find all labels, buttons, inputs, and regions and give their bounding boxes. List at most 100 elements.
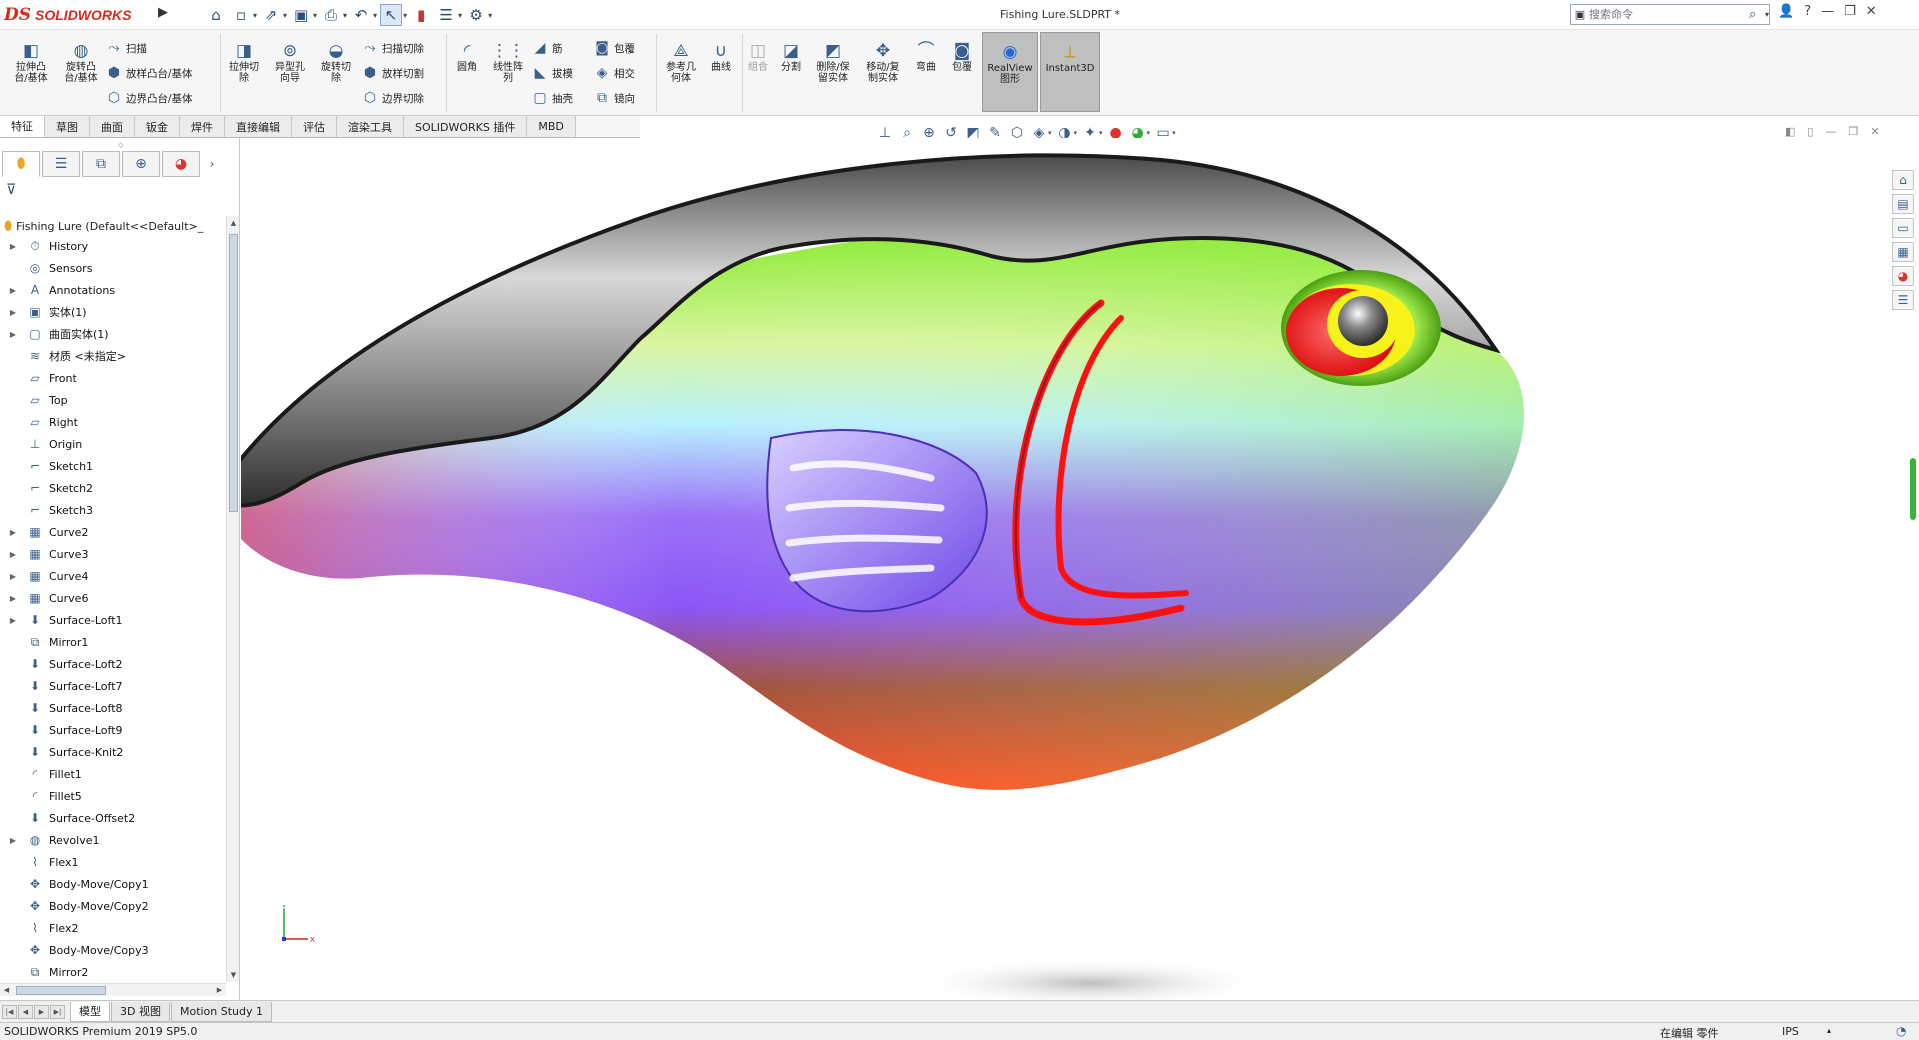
scrollbar-thumb[interactable] bbox=[229, 234, 238, 512]
unit-system-dropdown-icon[interactable]: ▴ bbox=[1827, 1026, 1831, 1035]
tree-node[interactable]: ⊥ Origin bbox=[0, 433, 226, 455]
options-dropdown-icon[interactable]: ▾ bbox=[488, 11, 492, 20]
file-properties-icon[interactable]: ☰ bbox=[435, 4, 457, 26]
search-input[interactable] bbox=[1589, 8, 1749, 21]
tree-node[interactable]: ⬇ Surface-Loft9 bbox=[0, 719, 226, 741]
tab-model[interactable]: 模型 bbox=[70, 1001, 110, 1022]
expand-arrow-icon[interactable]: ▶ bbox=[8, 308, 18, 317]
tree-horizontal-scrollbar[interactable]: ◀ ▶ bbox=[0, 983, 226, 996]
tree-node[interactable]: ◎ Sensors bbox=[0, 257, 226, 279]
dimxpert-manager-tab[interactable]: ⊕ bbox=[122, 151, 160, 177]
tab-sheet-metal[interactable]: 钣金 bbox=[135, 116, 180, 137]
shell-button[interactable]: ▢ 抽壳 bbox=[532, 90, 573, 106]
tab-solidworks-addins[interactable]: SOLIDWORKS 插件 bbox=[404, 116, 528, 137]
close-icon[interactable]: ✕ bbox=[1866, 4, 1877, 19]
move-copy-body-button[interactable]: ✥ 移动/复 制实体 bbox=[860, 40, 906, 84]
tree-node[interactable]: ⧉ Mirror1 bbox=[0, 631, 226, 653]
tab-sketch[interactable]: 草图 bbox=[45, 116, 90, 137]
tree-node[interactable]: ▶ A Annotations bbox=[0, 279, 226, 301]
expand-arrow-icon[interactable]: ▶ bbox=[8, 616, 18, 625]
graphics-area[interactable]: Y X bbox=[241, 138, 1919, 1000]
status-help-icon[interactable]: ◔ bbox=[1896, 1024, 1906, 1038]
tab-render-tools[interactable]: 渲染工具 bbox=[337, 116, 404, 137]
expand-arrow-icon[interactable]: ▶ bbox=[8, 836, 18, 845]
select-dropdown-icon[interactable]: ▾ bbox=[403, 11, 407, 20]
tree-node[interactable]: ▶ ▦ Curve3 bbox=[0, 543, 226, 565]
monitor-dropdown-icon[interactable]: ▾ bbox=[1172, 129, 1176, 137]
filter-icon[interactable]: ⊽ bbox=[6, 182, 16, 198]
tree-node[interactable]: ✥ Body-Move/Copy2 bbox=[0, 895, 226, 917]
open-icon[interactable]: ⇗ bbox=[260, 4, 282, 26]
save-dropdown-icon[interactable]: ▾ bbox=[313, 11, 317, 20]
viewport-close-icon[interactable]: ✕ bbox=[1870, 125, 1879, 138]
task-pane-edge-handle[interactable] bbox=[1910, 458, 1916, 520]
tree-node[interactable]: ▶ ▦ Curve6 bbox=[0, 587, 226, 609]
tree-root-part[interactable]: ⬮ Fishing Lure (Default<<Default>_ bbox=[4, 217, 224, 235]
tree-node[interactable]: ▱ Front bbox=[0, 367, 226, 389]
tab-direct-editing[interactable]: 直接编辑 bbox=[225, 116, 292, 137]
linear-pattern-button[interactable]: ⋮⋮ 线性阵 列 bbox=[488, 40, 528, 84]
tab-3d-views[interactable]: 3D 视图 bbox=[111, 1001, 170, 1022]
sweep-button[interactable]: ⤳ 扫描 bbox=[106, 40, 147, 56]
select-icon[interactable]: ↖ bbox=[380, 4, 403, 26]
tab-weldments[interactable]: 焊件 bbox=[180, 116, 225, 137]
rib-button[interactable]: ◢ 筋 bbox=[532, 40, 563, 56]
tree-node[interactable]: ⌐ Sketch3 bbox=[0, 499, 226, 521]
undo-icon[interactable]: ↶ bbox=[350, 4, 372, 26]
last-tab-icon[interactable]: ▶| bbox=[50, 1004, 65, 1019]
tree-node[interactable]: ▶ ▣ 实体(1) bbox=[0, 301, 226, 323]
tree-node[interactable]: ▱ Right bbox=[0, 411, 226, 433]
edit-appearance-dropdown-icon[interactable]: ▾ bbox=[1099, 129, 1103, 137]
tree-node[interactable]: ▶ ◍ Revolve1 bbox=[0, 829, 226, 851]
split-button[interactable]: ◪ 分割 bbox=[774, 40, 808, 73]
design-library-icon[interactable]: ▤ bbox=[1892, 194, 1914, 214]
display-manager-tab[interactable]: ◕ bbox=[162, 151, 200, 177]
user-icon[interactable]: 👤 bbox=[1778, 4, 1794, 19]
first-tab-icon[interactable]: |◀ bbox=[2, 1004, 17, 1019]
draft-button[interactable]: ◣ 拔模 bbox=[532, 65, 573, 81]
tree-node[interactable]: ⬇ Surface-Loft8 bbox=[0, 697, 226, 719]
horizontal-scrollbar-thumb[interactable] bbox=[16, 986, 106, 995]
tree-node[interactable]: ▱ Top bbox=[0, 389, 226, 411]
appearances-scenes-icon[interactable]: ◕ bbox=[1892, 266, 1914, 286]
property-manager-tab[interactable]: ☰ bbox=[42, 151, 80, 177]
expand-arrow-icon[interactable]: ▶ bbox=[8, 242, 18, 251]
extrude-boss-button[interactable]: ◧ 拉伸凸 台/基体 bbox=[8, 40, 54, 84]
tab-motion-study-1[interactable]: Motion Study 1 bbox=[170, 1001, 273, 1022]
tree-node[interactable]: ▶ ⏱ History bbox=[0, 235, 226, 257]
tree-node[interactable]: ⧉ Mirror2 bbox=[0, 961, 226, 983]
swept-cut-button[interactable]: ⤳ 扫描切除 bbox=[362, 40, 424, 56]
panel-collapse-icon[interactable]: ◇ bbox=[118, 141, 123, 149]
tab-features[interactable]: 特征 bbox=[0, 116, 45, 137]
scroll-left-icon[interactable]: ◀ bbox=[0, 984, 13, 997]
new-icon[interactable]: ▫ bbox=[230, 4, 252, 26]
wrap-body-button[interactable]: ◙ 包覆 bbox=[946, 40, 978, 73]
expand-arrow-icon[interactable]: ▶ bbox=[8, 550, 18, 559]
expand-arrow-icon[interactable]: ▶ bbox=[8, 594, 18, 603]
tree-node[interactable]: ⌇ Flex1 bbox=[0, 851, 226, 873]
expand-arrow-icon[interactable]: ▶ bbox=[8, 572, 18, 581]
expand-arrow-icon[interactable]: ▶ bbox=[8, 528, 18, 537]
curves-button[interactable]: ∪ 曲线 bbox=[704, 40, 738, 73]
boundary-cut-button[interactable]: ⬡ 边界切除 bbox=[362, 90, 424, 106]
expand-arrow-icon[interactable]: ▶ bbox=[8, 286, 18, 295]
tab-mbd[interactable]: MBD bbox=[527, 116, 576, 137]
hide-show-dropdown-icon[interactable]: ▾ bbox=[1074, 129, 1078, 137]
tree-vertical-scrollbar[interactable]: ▲ ▼ bbox=[226, 216, 239, 982]
realview-graphics-button[interactable]: ◉ RealView 图形 bbox=[982, 32, 1038, 112]
view-palette-icon[interactable]: ▦ bbox=[1892, 242, 1914, 262]
tree-node[interactable]: ▶ ▦ Curve2 bbox=[0, 521, 226, 543]
tree-node[interactable]: ✥ Body-Move/Copy3 bbox=[0, 939, 226, 961]
tree-node[interactable]: ⬇ Surface-Knit2 bbox=[0, 741, 226, 763]
tree-node[interactable]: ▶ ▢ 曲面实体(1) bbox=[0, 323, 226, 345]
tree-node[interactable]: ⌐ Sketch1 bbox=[0, 455, 226, 477]
tab-evaluate[interactable]: 评估 bbox=[292, 116, 337, 137]
wrap-button[interactable]: ◙ 包覆 bbox=[594, 40, 635, 56]
tree-node[interactable]: ⬇ Surface-Loft7 bbox=[0, 675, 226, 697]
next-tab-icon[interactable]: ▶ bbox=[34, 1004, 49, 1019]
boundary-boss-button[interactable]: ⬡ 边界凸台/基体 bbox=[106, 90, 193, 106]
tree-node[interactable]: ⬇ Surface-Loft2 bbox=[0, 653, 226, 675]
solidworks-resources-icon[interactable]: ⌂ bbox=[1892, 170, 1914, 190]
tree-node[interactable]: ⌇ Flex2 bbox=[0, 917, 226, 939]
mirror-button[interactable]: ⧉ 镜向 bbox=[594, 90, 635, 106]
